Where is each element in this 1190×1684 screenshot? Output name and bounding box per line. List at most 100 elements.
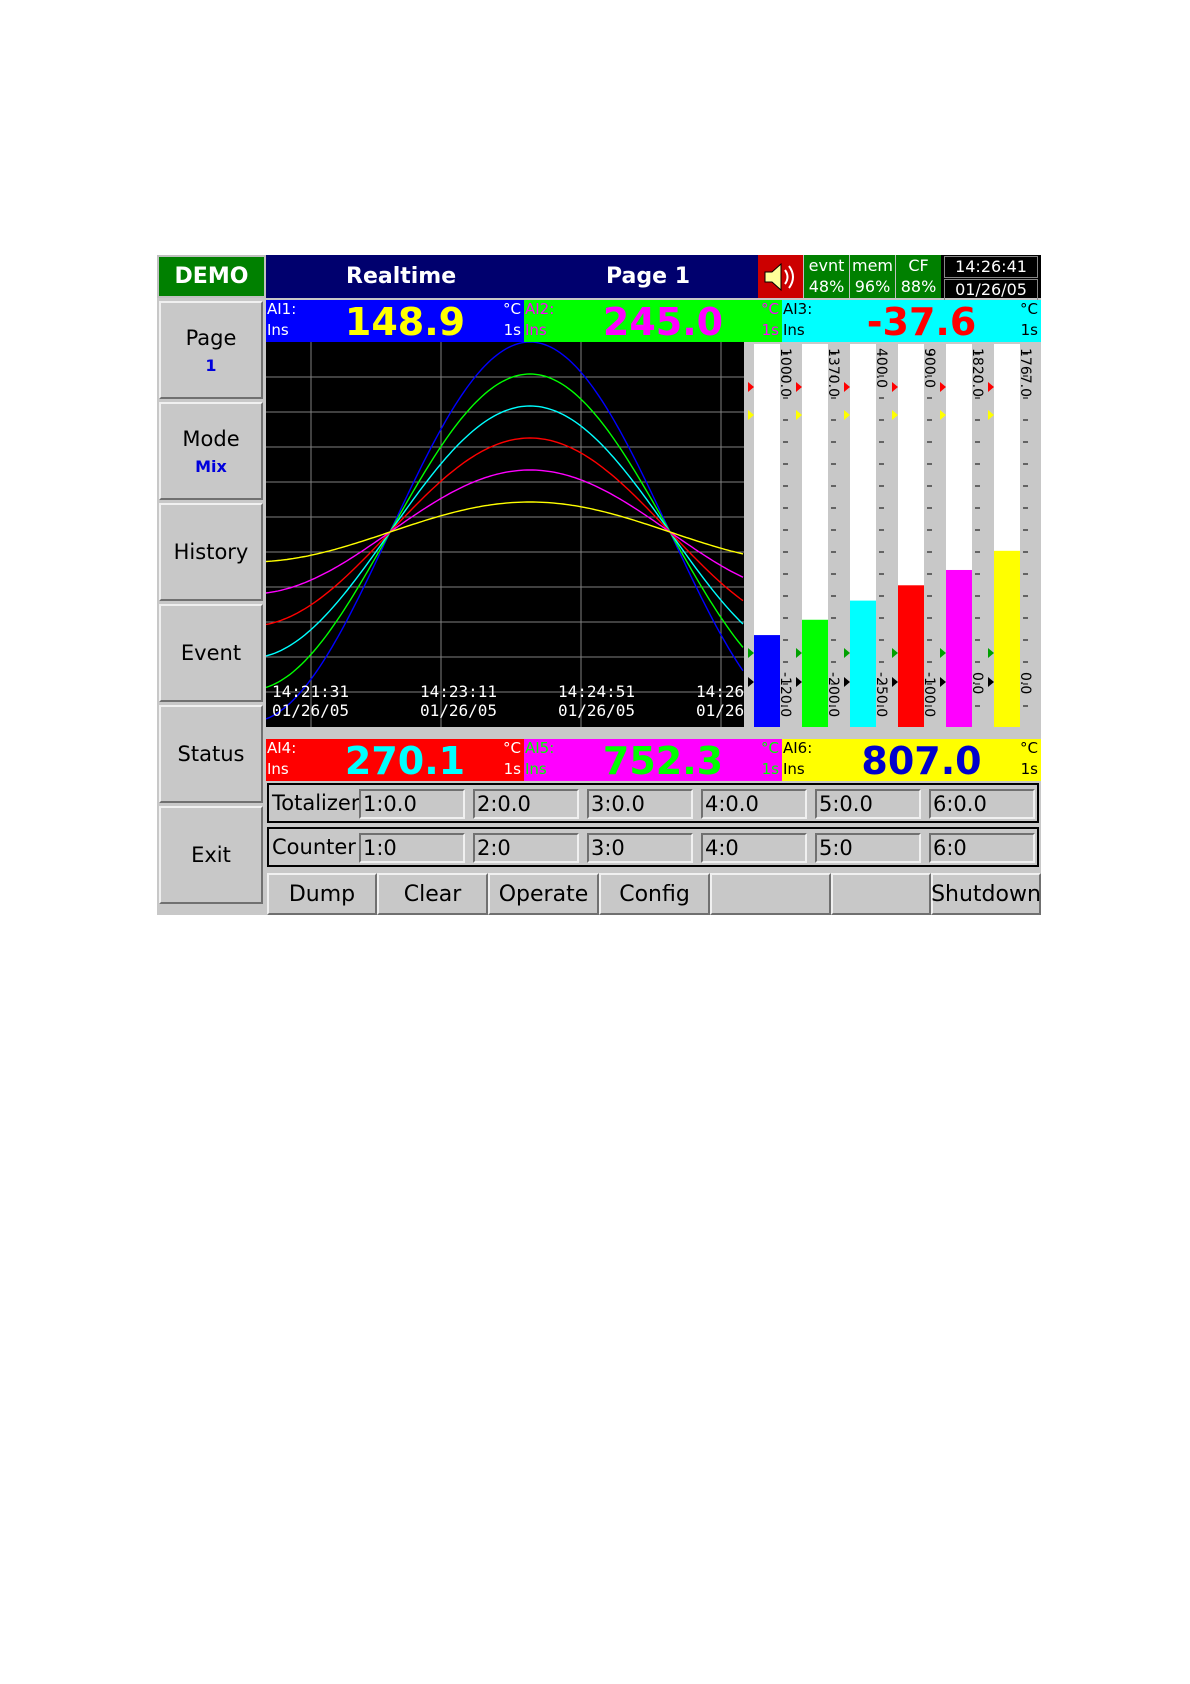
channel-mode: Ins xyxy=(267,760,289,778)
speaker-icon[interactable] xyxy=(758,255,803,298)
page-button[interactable]: Page 1 xyxy=(159,301,263,399)
clock: 14:26:41 01/26/05 xyxy=(941,255,1041,301)
totalizer-cell-4[interactable]: 4:0.0 xyxy=(701,789,807,819)
shutdown-button[interactable]: Shutdown xyxy=(931,873,1041,915)
channel-unit: °C xyxy=(503,300,521,318)
bar-graphs: 1000.0 -120.0 1370.0 -200.0 400.0 -250.0 900.0… xyxy=(748,344,1033,727)
counter-cell-4[interactable]: 4:0 xyxy=(701,833,807,863)
channel-value: 807.0 xyxy=(861,739,982,783)
bar-top-label: 1820.0 xyxy=(969,348,985,397)
bar-bottom-label: 0.0 xyxy=(969,672,985,694)
channel-interval: 1s xyxy=(1020,760,1038,778)
totalizer-label: Totalizer xyxy=(272,791,360,815)
counter-cell-3[interactable]: 3:0 xyxy=(587,833,693,863)
clock-date: 01/26/05 xyxy=(944,279,1038,301)
high-warning-marker xyxy=(940,410,946,420)
trend-chart[interactable]: 14:21:31 01/26/05 14:23:11 01/26/05 14:24:51… xyxy=(266,342,744,727)
channel-mode: Ins xyxy=(783,321,805,339)
channel-value: 752.3 xyxy=(602,739,724,783)
counter-cell-6[interactable]: 6:0 xyxy=(929,833,1035,863)
clear-button[interactable]: Clear xyxy=(377,873,488,915)
time-label: 14:24:51 xyxy=(558,682,635,701)
bar-bottom-label: -250.0 xyxy=(873,672,889,717)
page-button-value: 1 xyxy=(205,355,217,375)
status-button[interactable]: Status xyxy=(159,705,263,803)
low-alarm-marker xyxy=(988,677,994,687)
counter-cell-1[interactable]: 1:0 xyxy=(359,833,465,863)
totalizer-cell-2[interactable]: 2:0.0 xyxy=(473,789,579,819)
history-button[interactable]: History xyxy=(159,503,263,601)
config-button[interactable]: Config xyxy=(599,873,710,915)
channel-mode: Ins xyxy=(783,760,805,778)
date-label: 01/26/05 xyxy=(420,701,497,720)
totalizer-cell-3[interactable]: 3:0.0 xyxy=(587,789,693,819)
memory-value: 96% xyxy=(854,277,891,296)
totalizer-cell-6[interactable]: 6:0.0 xyxy=(929,789,1035,819)
bar-top-label: 400.0 xyxy=(873,348,889,388)
channel-mode: Ins xyxy=(525,760,547,778)
channel-panel-ai1[interactable]: AI1: Ins 148.9 °C 1s xyxy=(266,300,524,342)
channel-interval: 1s xyxy=(1020,321,1038,339)
mode-button-label: Mode xyxy=(182,426,240,451)
time-label: 14:26:31 xyxy=(696,682,744,701)
page-button-label: Page xyxy=(185,325,237,350)
mode-button[interactable]: Mode Mix xyxy=(159,402,263,500)
memory-usage: mem 96% xyxy=(849,255,895,298)
bar-fill-4 xyxy=(898,585,924,727)
date-label: 01/26/05 xyxy=(696,701,744,720)
trend-line-1 xyxy=(266,342,744,720)
cf-value: 88% xyxy=(900,277,937,296)
blank-button-2[interactable] xyxy=(831,873,931,915)
totalizer-cell-5[interactable]: 5:0.0 xyxy=(815,789,921,819)
counter-cell-2[interactable]: 2:0 xyxy=(473,833,579,863)
high-alarm-marker xyxy=(844,382,850,392)
channel-panel-ai6[interactable]: AI6: Ins 807.0 °C 1s xyxy=(782,739,1041,781)
channel-panel-ai5[interactable]: AI5: Ins 752.3 °C 1s xyxy=(524,739,782,781)
bar-fill-6 xyxy=(994,550,1020,727)
event-button-label: Event xyxy=(180,641,242,665)
channel-value: 245.0 xyxy=(602,300,724,344)
trend-line-4 xyxy=(266,437,744,626)
low-alarm-marker xyxy=(748,677,754,687)
memory-label: mem xyxy=(851,256,893,275)
channel-panel-ai3[interactable]: AI3: Ins -37.6 °C 1s xyxy=(782,300,1041,342)
bar-graph-panel: 1000.0 -120.0 1370.0 -200.0 400.0 -250.0 900.0… xyxy=(744,342,1041,737)
high-alarm-marker xyxy=(988,382,994,392)
low-alarm-marker xyxy=(940,677,946,687)
bar-fill-1 xyxy=(754,635,780,727)
totalizer-cell-1[interactable]: 1:0.0 xyxy=(359,789,465,819)
channel-name: AI6: xyxy=(783,739,813,757)
channel-value: -37.6 xyxy=(866,300,977,344)
operate-button[interactable]: Operate xyxy=(488,873,599,915)
dump-button[interactable]: Dump xyxy=(267,873,377,915)
low-warning-marker xyxy=(892,648,898,658)
low-warning-marker xyxy=(796,648,802,658)
high-warning-marker xyxy=(892,410,898,420)
status-button-label: Status xyxy=(177,742,245,766)
blank-button-1[interactable] xyxy=(710,873,831,915)
counter-cell-5[interactable]: 5:0 xyxy=(815,833,921,863)
exit-button-label: Exit xyxy=(191,843,231,867)
time-label: 14:23:11 xyxy=(420,682,497,701)
date-label: 01/26/05 xyxy=(272,701,349,720)
channel-value: 270.1 xyxy=(344,739,466,783)
channel-panel-ai2[interactable]: AI2: Ins 245.0 °C 1s xyxy=(524,300,782,342)
channel-panel-ai4[interactable]: AI4: Ins 270.1 °C 1s xyxy=(266,739,524,781)
cf-usage: CF 88% xyxy=(895,255,941,298)
low-warning-marker xyxy=(940,648,946,658)
bar-fill-2 xyxy=(802,619,828,727)
channel-name: AI2: xyxy=(525,300,555,318)
event-button[interactable]: Event xyxy=(159,604,263,702)
low-warning-marker xyxy=(748,648,754,658)
channel-mode: Ins xyxy=(267,321,289,339)
event-usage: evnt 48% xyxy=(803,255,849,298)
mode-title: Realtime xyxy=(346,264,457,289)
high-warning-marker xyxy=(796,410,802,420)
channel-name: AI1: xyxy=(267,300,297,318)
channel-interval: 1s xyxy=(761,321,779,339)
event-value: 48% xyxy=(808,277,845,296)
clock-time: 14:26:41 xyxy=(944,256,1038,278)
high-alarm-marker xyxy=(748,382,754,392)
exit-button[interactable]: Exit xyxy=(159,806,263,904)
counter-label: Counter xyxy=(272,835,356,859)
